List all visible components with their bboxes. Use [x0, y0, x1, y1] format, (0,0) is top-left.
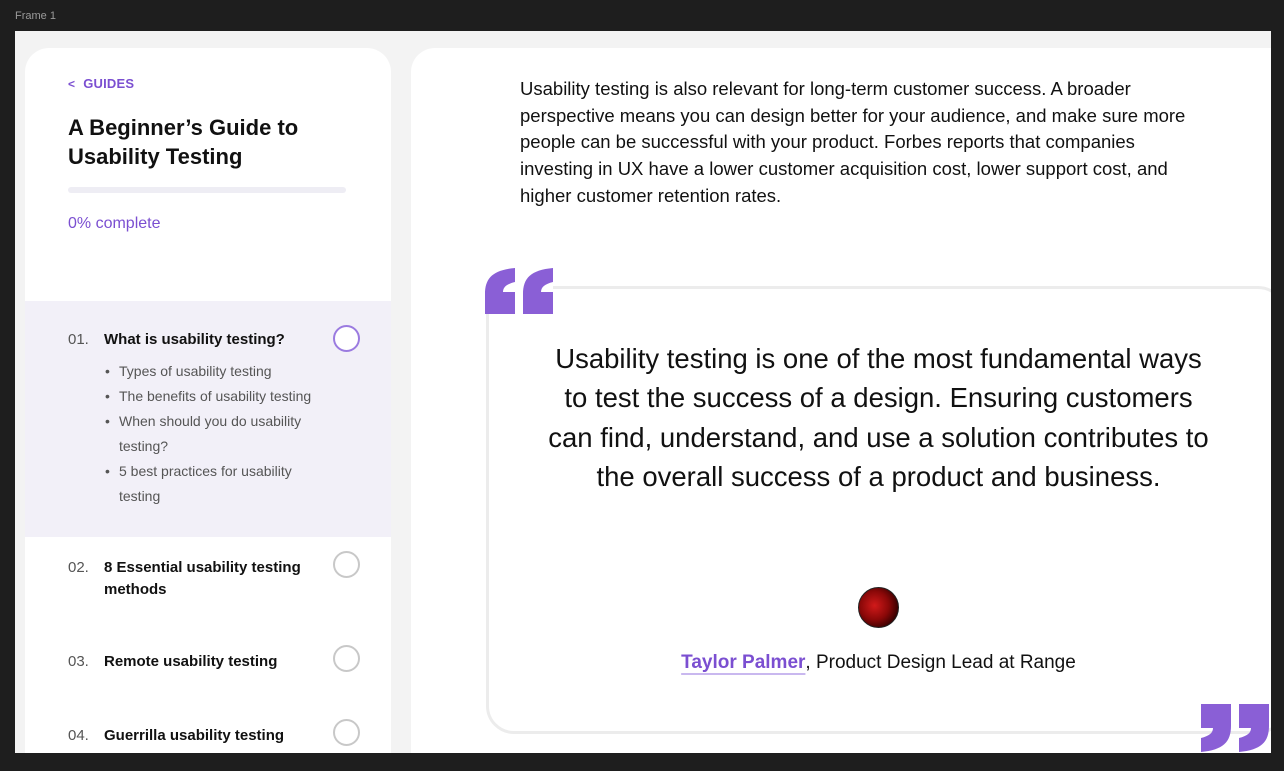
circle-status-icon[interactable]	[333, 325, 360, 352]
avatar	[858, 587, 899, 628]
toc-item-essential-methods[interactable]: 02. 8 Essential usability testing method…	[25, 537, 391, 631]
quote-close-icon	[1201, 704, 1269, 752]
toc-item-what-is-usability-testing[interactable]: 01. What is usability testing? Types of …	[25, 301, 391, 537]
toc-number: 03.	[68, 653, 89, 670]
toc-item-remote-testing[interactable]: 03. Remote usability testing	[25, 631, 391, 705]
intro-paragraph: Usability testing is also relevant for l…	[520, 78, 1186, 206]
frame-label: Frame 1	[15, 10, 56, 22]
toc-subitem[interactable]: The benefits of usability testing	[104, 384, 334, 409]
guides-back-link[interactable]: < GUIDES	[68, 76, 347, 91]
toc-label[interactable]: Guerrilla usability testing	[104, 725, 324, 747]
quote-open-icon	[485, 268, 553, 314]
sidebar-header: < GUIDES A Beginner’s Guide to Usability…	[25, 48, 391, 301]
toc-subitems: Types of usability testing The benefits …	[104, 359, 361, 509]
quote-attribution: Taylor Palmer, Product Design Lead at Ra…	[551, 652, 1206, 674]
toc-label[interactable]: What is usability testing?	[104, 329, 324, 351]
chevron-left-icon: <	[68, 76, 76, 91]
toc-subitem[interactable]: When should you do usability testing?	[104, 409, 334, 459]
toc-number: 04.	[68, 727, 89, 744]
toc-number: 01.	[68, 331, 89, 348]
guide-title: A Beginner’s Guide to Usability Testing	[68, 115, 299, 169]
toc-number: 02.	[68, 559, 89, 576]
guide-sidebar: < GUIDES A Beginner’s Guide to Usability…	[25, 48, 391, 753]
progress-bar	[68, 187, 346, 193]
toc-label[interactable]: Remote usability testing	[104, 651, 324, 673]
author-role: , Product Design Lead at Range	[805, 652, 1076, 673]
progress-text: 0% complete	[68, 215, 161, 232]
circle-status-icon[interactable]	[333, 645, 360, 672]
circle-status-icon[interactable]	[333, 551, 360, 578]
article-content: Usability testing is also relevant for l…	[411, 48, 1271, 753]
quote-text: Usability testing is one of the most fun…	[548, 343, 1209, 492]
toc-subitem[interactable]: Types of usability testing	[104, 359, 334, 384]
toc-subitem[interactable]: 5 best practices for usability testing	[104, 459, 334, 509]
circle-status-icon[interactable]	[333, 719, 360, 746]
author-link[interactable]: Taylor Palmer	[681, 652, 805, 673]
toc-label[interactable]: 8 Essential usability testing methods	[104, 557, 324, 601]
toc-item-guerrilla-testing[interactable]: 04. Guerrilla usability testing	[25, 705, 391, 753]
frame-canvas: < GUIDES A Beginner’s Guide to Usability…	[15, 31, 1271, 753]
guides-back-label: GUIDES	[83, 76, 135, 91]
